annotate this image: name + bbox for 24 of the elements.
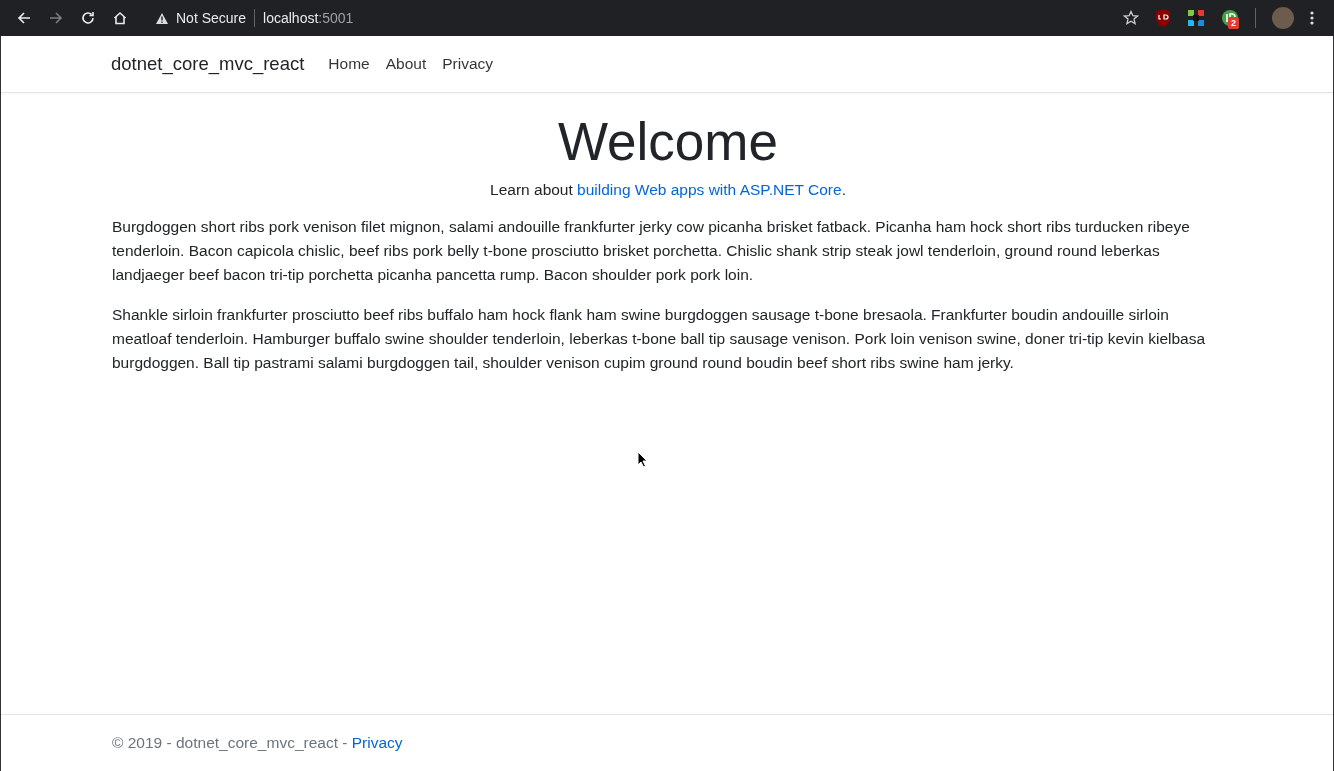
dots-extension-icon[interactable] <box>1187 9 1205 27</box>
reload-icon[interactable] <box>80 10 96 26</box>
footer-text: © 2019 - dotnet_core_mvc_react - Privacy <box>112 734 404 752</box>
avatar-circle[interactable] <box>1272 7 1294 29</box>
back-arrow-icon[interactable] <box>16 10 32 26</box>
home-icon[interactable] <box>112 10 128 26</box>
page-heading: Welcome <box>557 113 779 172</box>
nav-link[interactable]: About <box>385 55 427 73</box>
body-paragraph: Burgdoggen short ribs pork venison filet mignon, salami andouille frankfurter jerky cow picanha brisket fatback. Picanha ham hock short ribs turducken ribeye tenderloin. Bacon capicola chislic, beef ribs pork belly t-bone prosciutto brisket porchetta. Chislic shank strip steak jowl tenderloin, ground round leberkas landjaeger beef bacon tri-tip porchetta picanha pancetta rump. Bacon shoulder pork pork loin. <box>112 217 1191 286</box>
brand-link[interactable]: dotnet_core_mvc_react <box>111 53 305 75</box>
nav-link[interactable]: Home <box>328 55 370 73</box>
star-icon[interactable] <box>1123 10 1139 26</box>
nav-link[interactable]: Privacy <box>442 55 494 73</box>
warning-icon <box>156 12 168 24</box>
address-bar[interactable]: localhost:5001 <box>263 10 354 26</box>
menu-icon[interactable] <box>1310 11 1314 25</box>
security-label: Not Secure <box>176 10 247 26</box>
shield-extension-icon[interactable] <box>1155 9 1171 27</box>
intro-text: Learn about building Web apps with ASP.NET Core. <box>489 181 847 200</box>
notification-badge: 2 <box>1228 17 1239 29</box>
cursor-icon <box>637 451 648 468</box>
body-paragraph: Shankle sirloin frankfurter prosciutto beef ribs buffalo ham hock flank ham swine burgdoggen sausage t-bone bresaola. Frankfurter boudin andouille sirloin meatloaf tenderloin. Hamburger buffalo swine shoulder tenderloin, leberkas t-bone ball tip sausage venison. Pork loin venison swine, doner tri-tip kevin kielbasa burgdoggen. Ball tip pastrami salami burgdoggen tail, shoulder venison cupim ground round boudin beef short ribs swine ham jerky. <box>112 305 1207 374</box>
privacy-link[interactable]: Privacy <box>351 734 403 751</box>
docs-link[interactable]: building Web apps with ASP.NET Core <box>577 181 842 199</box>
